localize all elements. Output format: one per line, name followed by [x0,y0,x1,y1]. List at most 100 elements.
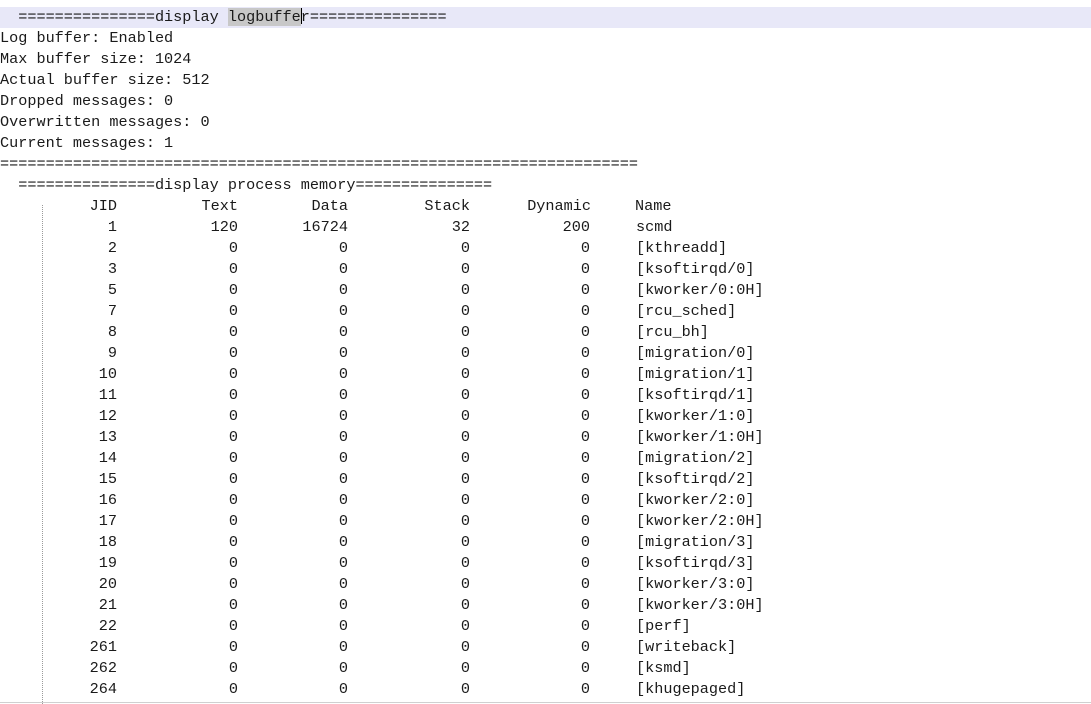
table-cell: 0 [580,659,590,677]
log-buffer-line[interactable]: Max buffer size: 1024 [0,49,191,70]
table-cell: 0 [338,386,348,404]
table-cell: 0 [338,344,348,362]
table-cell: 8 [107,323,117,341]
table-cell: 0 [460,239,470,257]
table-cell: 0 [338,659,348,677]
table-cell: 0 [338,365,348,383]
table-cell: [kworker/2:0H] [636,512,764,530]
header-rest: r=============== [300,8,447,26]
table-cell: 0 [338,407,348,425]
table-cell: 0 [338,512,348,530]
table-cell: 0 [228,302,238,320]
table-cell: [kworker/3:0H] [636,596,764,614]
table-cell: 0 [338,491,348,509]
table-cell: 0 [460,428,470,446]
table-cell: [rcu_sched] [636,302,737,320]
log-buffer-line[interactable]: Overwritten messages: 0 [0,112,210,133]
table-cell: [khugepaged] [636,680,746,698]
table-cell: 0 [338,449,348,467]
process-memory-header-line[interactable]: ===============display process memory===… [0,175,492,196]
table-cell: 19 [98,554,117,572]
table-cell: 0 [228,470,238,488]
table-cell: 0 [228,617,238,635]
column-header-jid: JID [89,197,117,215]
table-cell: [ksoftirqd/3] [636,554,755,572]
column-header-text: Text [201,197,238,215]
table-cell: 0 [460,491,470,509]
table-cell: 0 [460,302,470,320]
log-buffer-line[interactable]: Current messages: 1 [0,133,173,154]
table-cell: 0 [228,386,238,404]
table-cell: [perf] [636,617,691,635]
table-cell: [kthreadd] [636,239,728,257]
table-cell: [kworker/0:0H] [636,281,764,299]
table-cell: 264 [89,680,117,698]
table-cell: 0 [580,617,590,635]
table-cell: 200 [562,218,590,236]
table-cell: 0 [460,575,470,593]
logbuffer-header-line[interactable]: ===============display logbuffer========… [0,7,447,28]
table-cell: 0 [460,533,470,551]
table-cell: 7 [107,302,117,320]
table-cell: 262 [89,659,117,677]
table-cell: 0 [228,407,238,425]
table-cell: 12 [98,407,117,425]
table-cell: 0 [338,239,348,257]
column-header-stack: Stack [424,197,470,215]
log-buffer-line[interactable]: Dropped messages: 0 [0,91,173,112]
table-cell: 0 [338,596,348,614]
table-cell: 1 [107,218,117,236]
table-cell: 0 [580,239,590,257]
table-cell: scmd [636,218,673,236]
table-cell: 3 [107,260,117,278]
table-cell: 0 [580,260,590,278]
table-cell: [migration/1] [636,365,755,383]
table-cell: [ksoftirqd/2] [636,470,755,488]
table-cell: 0 [580,554,590,572]
table-cell: 0 [460,680,470,698]
table-cell: 13 [98,428,117,446]
table-cell: 0 [228,365,238,383]
table-cell: [writeback] [636,638,737,656]
separator-line[interactable]: ========================================… [0,154,638,175]
table-cell: 0 [228,323,238,341]
column-header-data: Data [311,197,348,215]
table-cell: 0 [338,638,348,656]
table-cell: 0 [338,281,348,299]
table-cell: 0 [580,428,590,446]
table-cell: 0 [338,260,348,278]
table-cell: 0 [228,281,238,299]
table-cell: 0 [580,281,590,299]
table-cell: 0 [228,554,238,572]
table-cell: 0 [580,596,590,614]
table-cell: 11 [98,386,117,404]
table-cell: [kworker/3:0] [636,575,755,593]
table-cell: 0 [228,260,238,278]
table-cell: 10 [98,365,117,383]
table-cell: 0 [580,323,590,341]
text-editor[interactable]: ===============display logbuffer========… [0,0,1091,704]
table-cell: 0 [460,512,470,530]
table-cell: 0 [580,680,590,698]
table-cell: 14 [98,449,117,467]
table-cell: 0 [228,512,238,530]
table-cell: 0 [228,575,238,593]
table-cell: 0 [460,386,470,404]
log-buffer-line[interactable]: Log buffer: Enabled [0,28,173,49]
table-cell: 0 [228,239,238,257]
table-cell: 0 [338,554,348,572]
table-cell: 0 [580,575,590,593]
table-cell: 0 [580,407,590,425]
table-cell: 32 [451,218,470,236]
table-cell: 0 [460,554,470,572]
table-cell: 0 [580,302,590,320]
table-cell: 0 [228,638,238,656]
log-buffer-line[interactable]: Actual buffer size: 512 [0,70,210,91]
table-cell: 18 [98,533,117,551]
table-cell: 0 [460,596,470,614]
table-cell: 0 [460,323,470,341]
table-cell: 0 [338,302,348,320]
column-header-dynamic: Dynamic [527,197,591,215]
table-cell: 0 [338,428,348,446]
table-cell: 20 [98,575,117,593]
